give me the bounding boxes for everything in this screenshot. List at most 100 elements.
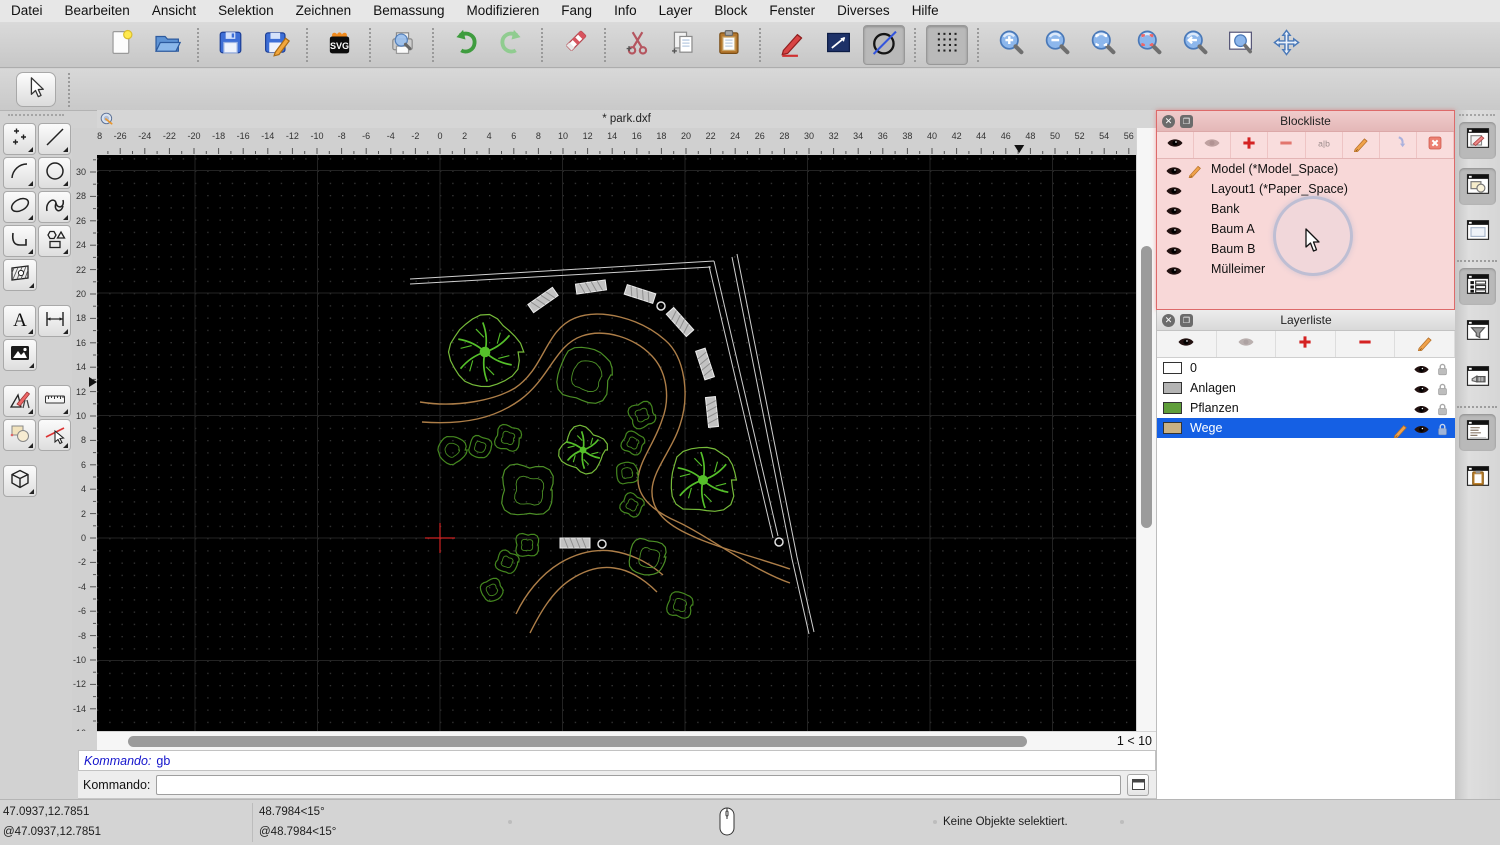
float-panel-icon[interactable]: ❐ — [1180, 114, 1193, 128]
save-as-button[interactable] — [255, 25, 297, 65]
menu-fang[interactable]: Fang — [550, 0, 603, 22]
vertical-scrollbar-thumb[interactable] — [1141, 246, 1152, 528]
eye-icon[interactable] — [1165, 242, 1183, 257]
dock-list-window-button[interactable] — [1459, 268, 1496, 305]
new-button[interactable] — [100, 25, 142, 65]
tool-deselect-button[interactable] — [38, 419, 71, 451]
tool-polyline-button[interactable] — [3, 225, 36, 257]
eye-icon[interactable] — [1413, 381, 1430, 396]
show-all-layers-button[interactable] — [1157, 331, 1217, 357]
menu-fenster[interactable]: Fenster — [758, 0, 826, 22]
menu-zeichnen[interactable]: Zeichnen — [285, 0, 363, 22]
dock-command-window-button[interactable] — [1459, 414, 1496, 451]
copy-button[interactable] — [662, 25, 704, 65]
pan-button[interactable] — [1265, 25, 1307, 65]
menu-bemassung[interactable]: Bemassung — [362, 0, 455, 22]
cut-button[interactable] — [616, 25, 658, 65]
eye-icon[interactable] — [1165, 182, 1183, 197]
menu-hilfe[interactable]: Hilfe — [901, 0, 950, 22]
tool-circle-button[interactable] — [38, 157, 71, 189]
float-panel-icon[interactable]: ❐ — [1180, 313, 1193, 327]
tool-solid3d-button[interactable] — [3, 465, 37, 497]
circle-line-button[interactable] — [863, 24, 905, 65]
menu-layer[interactable]: Layer — [648, 0, 704, 22]
show-all-button[interactable] — [1157, 132, 1195, 158]
menu-diverses[interactable]: Diverses — [826, 0, 901, 22]
lock-icon[interactable] — [1434, 401, 1451, 416]
snap-grid-button[interactable] — [926, 24, 968, 65]
tool-drafting-button[interactable] — [3, 385, 36, 417]
hide-all-layers-button[interactable] — [1217, 331, 1277, 357]
drawing-canvas[interactable] — [97, 155, 1136, 731]
dock-wall-window-button[interactable] — [1459, 360, 1496, 397]
document-title-bar[interactable]: * park.dxf — [97, 110, 1156, 129]
dock-drag-handle[interactable] — [1459, 114, 1495, 116]
close-icon[interactable]: ✕ — [1162, 313, 1175, 327]
tool-points-button[interactable] — [3, 123, 36, 155]
eye-icon[interactable] — [1413, 421, 1430, 436]
save-button[interactable] — [209, 25, 251, 65]
add-block-button[interactable] — [1231, 132, 1269, 158]
menu-selektion[interactable]: Selektion — [207, 0, 285, 22]
menu-block[interactable]: Block — [703, 0, 758, 22]
horizontal-scrollbar-thumb[interactable] — [128, 736, 1027, 747]
lock-icon[interactable] — [1434, 361, 1451, 376]
eye-icon[interactable] — [1165, 262, 1183, 277]
layer-row-pflanzen[interactable]: Pflanzen — [1157, 398, 1455, 418]
tool-dimension-button[interactable] — [38, 305, 71, 337]
dock-filter-window-button[interactable] — [1459, 314, 1496, 351]
tool-ellipse-button[interactable] — [3, 191, 36, 223]
edit-block-button[interactable] — [1342, 132, 1380, 158]
layer-row-0[interactable]: 0 — [1157, 358, 1455, 378]
delete-button[interactable] — [553, 25, 595, 65]
edit-layer-button[interactable] — [1395, 331, 1455, 357]
undo-button[interactable] — [444, 25, 486, 65]
rename-block-button[interactable]: a|b — [1305, 132, 1343, 158]
tool-hatch-button[interactable] — [3, 259, 37, 291]
remove-all-blocks-button[interactable] — [1416, 132, 1454, 158]
zoom-out-button[interactable] — [1035, 25, 1077, 65]
insert-block-button[interactable] — [1379, 132, 1417, 158]
tool-spline-button[interactable] — [38, 191, 71, 223]
pen-edit-button[interactable] — [771, 25, 813, 65]
window-zoom-button[interactable] — [1219, 25, 1261, 65]
layer-list-title-bar[interactable]: ✕ ❐ Layerliste — [1157, 310, 1455, 331]
zoom-selection-button[interactable] — [1127, 25, 1169, 65]
remove-layer-button[interactable] — [1336, 331, 1396, 357]
layer-row-wege[interactable]: Wege — [1157, 418, 1455, 439]
vertical-scrollbar[interactable] — [1136, 128, 1157, 731]
tool-shapes-button[interactable] — [38, 225, 71, 257]
eye-icon[interactable] — [1413, 361, 1430, 376]
auto-zoom-button[interactable] — [1081, 25, 1123, 65]
dock-clipboard-window-button[interactable] — [1459, 460, 1496, 497]
rect-arrow-button[interactable] — [817, 25, 859, 65]
menu-ansicht[interactable]: Ansicht — [141, 0, 207, 22]
tool-measure-button[interactable] — [38, 385, 71, 417]
open-button[interactable] — [146, 25, 188, 65]
eye-icon[interactable] — [1165, 202, 1183, 217]
horizontal-scrollbar[interactable]: 1 < 10 — [97, 731, 1156, 751]
tool-modify-button[interactable] — [3, 419, 36, 451]
tool-text-button[interactable]: A — [3, 305, 36, 337]
menu-modifizieren[interactable]: Modifizieren — [456, 0, 551, 22]
tool-line-button[interactable] — [38, 123, 71, 155]
paste-button[interactable] — [708, 25, 750, 65]
print-preview-button[interactable] — [381, 25, 423, 65]
previous-view-button[interactable] — [1173, 25, 1215, 65]
zoom-in-button[interactable] — [989, 25, 1031, 65]
block-row[interactable]: Model (*Model_Space) — [1157, 159, 1454, 179]
add-layer-button[interactable] — [1276, 331, 1336, 357]
dock-draw-window-button[interactable] — [1459, 122, 1496, 159]
selection-tool-button[interactable] — [16, 72, 56, 107]
remove-block-button[interactable] — [1268, 132, 1306, 158]
eye-icon[interactable] — [1165, 222, 1183, 237]
tool-image-button[interactable] — [3, 339, 37, 371]
layer-row-anlagen[interactable]: Anlagen — [1157, 378, 1455, 398]
palette-drag-handle[interactable] — [8, 114, 64, 116]
close-icon[interactable]: ✕ — [1162, 114, 1175, 128]
menu-datei[interactable]: Datei — [0, 0, 54, 22]
command-options-button[interactable] — [1127, 773, 1150, 796]
lock-icon[interactable] — [1434, 381, 1451, 396]
redo-button[interactable] — [490, 25, 532, 65]
command-input[interactable] — [156, 774, 1122, 795]
